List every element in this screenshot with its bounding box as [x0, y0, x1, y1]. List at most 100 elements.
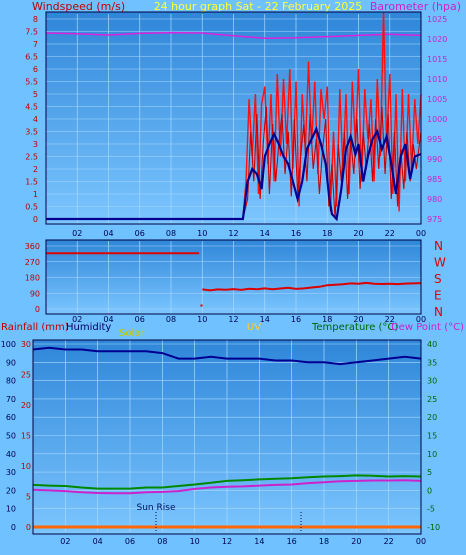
direction-tick-label: 270 — [25, 258, 40, 267]
barometer-tick-label: 985 — [427, 175, 442, 184]
windspeed-tick-label: 7 — [33, 40, 38, 49]
barometer-tick-label: 980 — [427, 195, 442, 204]
x-tick-label: 12 — [228, 229, 238, 238]
temperature-tick-label: 10 — [427, 450, 437, 459]
x-tick-label: 02 — [72, 229, 82, 238]
windspeed-tick-label: 1.5 — [25, 178, 38, 187]
barometer-tick-label: 995 — [427, 135, 442, 144]
temperature-tick-label: 35 — [427, 358, 437, 367]
windspeed-tick-label: 3.5 — [25, 128, 38, 137]
temperature-tick-label: -5 — [427, 505, 435, 514]
barometer-tick-label: 1000 — [427, 115, 447, 124]
windspeed-tick-label: 6.5 — [25, 53, 38, 62]
barometer-tick-label: 1020 — [427, 35, 447, 44]
windspeed-tick-label: 8 — [33, 15, 38, 24]
windspeed-tick-label: 4.5 — [25, 103, 38, 112]
barometer-tick-label: 990 — [427, 155, 442, 164]
direction-tick-label: 0 — [35, 305, 40, 314]
rainfall-axis-title: Rainfall (mm) — [1, 322, 69, 333]
temperature-tick-label: 15 — [427, 432, 437, 441]
x-tick-label: 14 — [260, 315, 270, 324]
rainfall-tick-label: 20 — [21, 401, 31, 410]
windspeed-tick-label: 1 — [33, 190, 38, 199]
x-tick-label: 08 — [166, 315, 176, 324]
temperature-tick-label: 30 — [427, 377, 437, 386]
weather-graph: Windspeed (m/s) 24 hour graph Sat - 22 F… — [0, 0, 466, 555]
x-tick-label: 00 — [416, 537, 426, 546]
x-tick-label: 16 — [291, 315, 301, 324]
temperature-tick-label: 0 — [427, 486, 432, 495]
x-tick-label: 22 — [385, 229, 395, 238]
humidity-tick-label: 50 — [6, 432, 16, 441]
windspeed-tick-label: 2.5 — [25, 153, 38, 162]
barometer-tick-label: 1025 — [427, 15, 447, 24]
x-tick-label: 16 — [291, 229, 301, 238]
rainfall-tick-label: 30 — [21, 340, 31, 349]
sun-rise-label: Sun Rise — [137, 503, 176, 513]
humidity-tick-label: 0 — [11, 523, 16, 532]
humidity-tick-label: 90 — [6, 358, 16, 367]
humidity-tick-label: 70 — [6, 395, 16, 404]
windspeed-tick-label: 6 — [33, 65, 38, 74]
windspeed-tick-label: 4 — [33, 115, 38, 124]
windspeed-tick-label: 5 — [33, 90, 38, 99]
direction-tick-label: 90 — [30, 289, 40, 298]
compass-letter-label: E — [434, 289, 442, 303]
x-tick-label: 06 — [125, 537, 135, 546]
barometer-axis-title: Barometer (hpa) — [370, 0, 461, 13]
x-tick-label: 12 — [228, 315, 238, 324]
humidity-axis-title: Humidity — [66, 322, 111, 333]
x-tick-label: 20 — [351, 537, 361, 546]
uv-label: UV — [247, 322, 261, 333]
x-tick-label: 08 — [166, 229, 176, 238]
x-tick-label: 10 — [197, 229, 207, 238]
x-tick-label: 06 — [135, 229, 145, 238]
rainfall-tick-label: 25 — [21, 371, 31, 380]
humidity-tick-label: 30 — [6, 468, 16, 477]
compass-letter-label: S — [434, 272, 442, 286]
x-tick-label: 04 — [93, 537, 103, 546]
compass-letter-label: N — [434, 239, 443, 253]
x-tick-label: 20 — [353, 229, 363, 238]
rainfall-tick-label: 10 — [21, 462, 31, 471]
x-tick-label: 18 — [322, 229, 332, 238]
windspeed-tick-label: 5.5 — [25, 78, 38, 87]
temperature-tick-label: 20 — [427, 413, 437, 422]
windspeed-tick-label: 2 — [33, 165, 38, 174]
temperature-tick-label: 40 — [427, 340, 437, 349]
humidity-tick-label: 10 — [6, 505, 16, 514]
barometer-tick-label: 1005 — [427, 95, 447, 104]
direction-tick-label: 180 — [25, 274, 40, 283]
x-tick-label: 08 — [157, 537, 167, 546]
temperature-tick-label: 25 — [427, 395, 437, 404]
barometer-tick-label: 1015 — [427, 55, 447, 64]
x-tick-label: 14 — [254, 537, 264, 546]
x-tick-label: 22 — [384, 537, 394, 546]
weather-graph-page: Windspeed (m/s) 24 hour graph Sat - 22 F… — [0, 0, 466, 555]
x-tick-label: 12 — [222, 537, 232, 546]
barometer-tick-label: 1010 — [427, 75, 447, 84]
direction-tick-label: 360 — [25, 242, 40, 251]
x-tick-label: 06 — [135, 315, 145, 324]
rainfall-tick-label: 15 — [21, 432, 31, 441]
barometer-tick-label: 975 — [427, 215, 442, 224]
humidity-tick-label: 20 — [6, 486, 16, 495]
compass-letter-label: W — [434, 256, 446, 270]
x-tick-label: 10 — [190, 537, 200, 546]
windspeed-tick-label: 3 — [33, 140, 38, 149]
x-tick-label: 04 — [103, 229, 113, 238]
solar-label: Solar — [119, 328, 145, 339]
rainfall-tick-label: 5 — [26, 493, 31, 502]
wind-direction-point — [200, 304, 203, 307]
compass-letter-label: N — [434, 305, 443, 319]
humidity-tick-label: 40 — [6, 450, 16, 459]
temperature-tick-label: -10 — [427, 523, 440, 532]
humidity-tick-label: 60 — [6, 413, 16, 422]
x-tick-label: 18 — [319, 537, 329, 546]
chart-title: 24 hour graph Sat - 22 February 2025 — [154, 0, 363, 13]
temperature-tick-label: 5 — [427, 468, 432, 477]
x-tick-label: 16 — [287, 537, 297, 546]
x-tick-label: 14 — [260, 229, 270, 238]
humidity-tick-label: 80 — [6, 377, 16, 386]
x-tick-label: 02 — [60, 537, 70, 546]
